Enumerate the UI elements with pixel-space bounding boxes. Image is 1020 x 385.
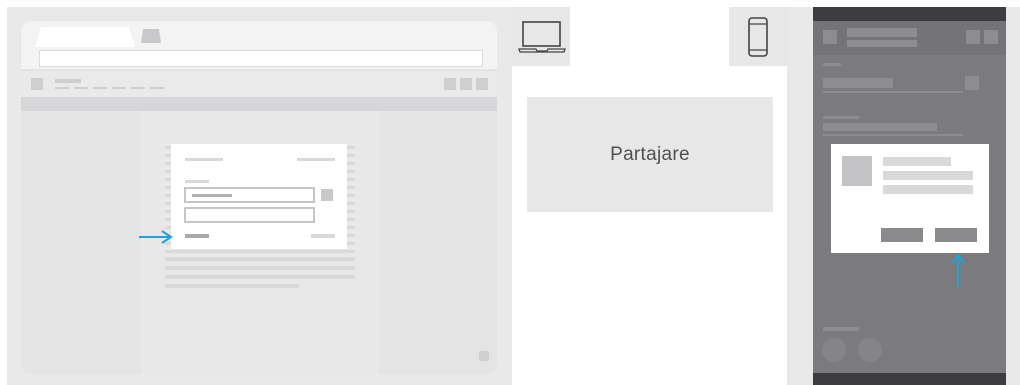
mobile-circle-2	[858, 338, 882, 362]
header-nav-placeholder	[55, 87, 167, 89]
mobile-line-3	[965, 76, 979, 90]
laptop-icon	[518, 21, 566, 53]
mobile-title-1	[847, 28, 917, 37]
mobile-line-1	[823, 63, 841, 66]
mobile-line-2	[823, 78, 893, 88]
mobile-dialog-line-2	[883, 171, 973, 180]
mobile-cancel-button[interactable]	[881, 228, 923, 242]
browser-inactive-tab	[141, 29, 161, 43]
arrow-right-icon	[139, 230, 173, 244]
mobile-line-5	[823, 116, 859, 119]
mobile-share-button[interactable]	[935, 228, 977, 242]
address-bar	[39, 50, 483, 67]
dialog-close-placeholder	[297, 158, 335, 161]
share-dialog	[171, 144, 347, 249]
header-action-3	[476, 78, 488, 90]
mobile-line-8	[823, 327, 859, 331]
mobile-action-2	[984, 30, 998, 44]
content-line-c	[165, 275, 355, 279]
browser-active-tab	[35, 27, 135, 47]
dialog-label-placeholder	[185, 180, 209, 183]
mobile-line-7	[823, 134, 963, 136]
header-title-placeholder	[55, 79, 81, 83]
app-logo	[31, 78, 43, 90]
toolbar-strip	[21, 97, 497, 111]
header-action-2	[460, 78, 472, 90]
link-field[interactable]	[184, 187, 315, 203]
app-header	[21, 71, 497, 97]
copy-button[interactable]	[321, 189, 333, 201]
content-line-b	[165, 266, 355, 270]
mobile-share-dialog	[831, 144, 989, 253]
phone-icon	[748, 17, 768, 57]
laptop-tile	[512, 7, 570, 66]
share-panel-label: Partajare	[610, 143, 690, 165]
mobile-circle-1	[822, 338, 846, 362]
dialog-title-placeholder	[185, 158, 223, 161]
mobile-screen	[813, 7, 1006, 385]
share-panel: Partajare	[527, 97, 773, 212]
dialog-footer-right	[311, 234, 335, 238]
header-action-1	[444, 78, 456, 90]
arrow-up-icon	[951, 253, 965, 287]
content-line-d	[165, 284, 299, 288]
mobile-title-2	[847, 40, 917, 47]
corner-placeholder	[479, 351, 489, 361]
mobile-dialog-line-1	[883, 157, 951, 166]
mobile-line-6	[823, 123, 937, 131]
dialog-footer-left	[185, 234, 209, 238]
mobile-logo	[823, 30, 837, 44]
browser-window	[21, 21, 497, 374]
mobile-line-4	[823, 91, 963, 93]
mobile-action-1	[966, 30, 980, 44]
desktop-section	[7, 7, 512, 385]
mobile-dialog-image	[842, 156, 872, 186]
mobile-section	[787, 7, 1020, 385]
content-line-a	[165, 257, 355, 261]
phone-tile	[729, 7, 787, 66]
link-field-value	[192, 194, 232, 197]
email-field[interactable]	[184, 207, 315, 223]
mobile-dialog-line-3	[883, 185, 973, 194]
